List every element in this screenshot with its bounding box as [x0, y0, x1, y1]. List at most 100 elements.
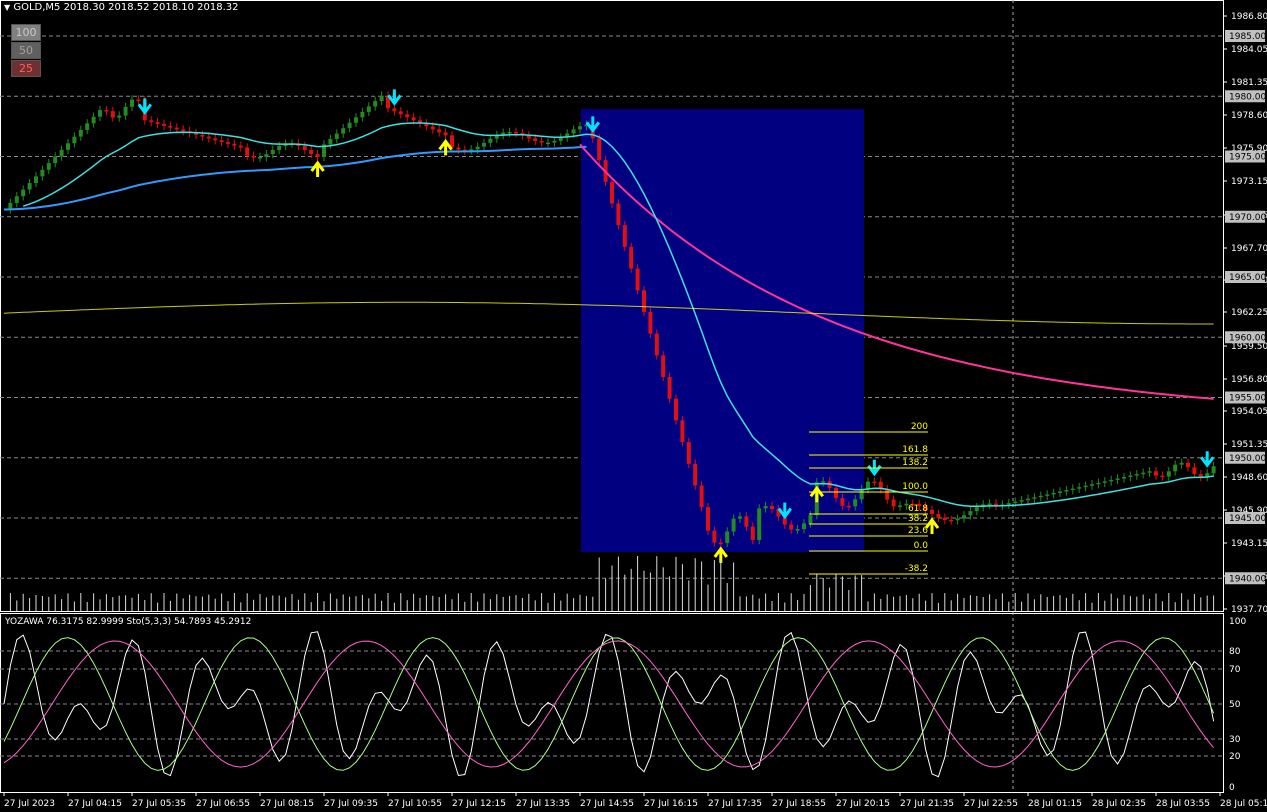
candle-body — [226, 142, 230, 144]
candle-body — [942, 517, 947, 520]
price-level-label: 1980.00 — [1229, 92, 1266, 102]
candle-body — [699, 485, 704, 508]
candle-body — [206, 136, 211, 139]
indicator-level-label: 0 — [1229, 783, 1235, 793]
candle-body — [1154, 471, 1158, 476]
candle-body — [949, 519, 954, 522]
price-level-label: 1955.00 — [1229, 394, 1266, 404]
price-tick-label: 1959.50 — [1231, 342, 1267, 352]
candle-body — [974, 507, 979, 512]
price-tick-label: 1948.60 — [1231, 473, 1267, 483]
candle-body — [360, 111, 365, 118]
candle-body — [85, 123, 90, 130]
time-tick-label: 28 Jul 01:15 — [1028, 799, 1082, 809]
candle-body — [539, 141, 544, 143]
candle-body — [46, 163, 51, 170]
candle-body — [1058, 491, 1062, 493]
candle-body — [1109, 479, 1114, 482]
candle-body — [488, 138, 493, 143]
time-tick-label: 28 Jul 05:15 — [1220, 799, 1267, 809]
candle-body — [1083, 485, 1088, 488]
candle-body — [693, 463, 698, 486]
candle-body — [635, 268, 640, 291]
candle-body — [1013, 501, 1018, 504]
candle-body — [661, 355, 666, 378]
candle-body — [117, 115, 122, 118]
time-tick-label: 27 Jul 05:35 — [132, 799, 186, 809]
time-tick-label: 27 Jul 20:15 — [836, 799, 890, 809]
price-tick-label: 1943.15 — [1231, 539, 1267, 549]
candle-body — [168, 125, 173, 128]
candle-body — [1115, 478, 1120, 480]
candle-body — [872, 481, 877, 484]
candle-body — [309, 149, 314, 155]
lot-button-50[interactable]: 50 — [11, 42, 41, 59]
chart-canvas[interactable]: 200161.8138.2100.061.838.223.60.0-38.219… — [0, 0, 1267, 812]
candle-body — [802, 523, 806, 530]
fib-level-label: 23.6 — [908, 526, 928, 536]
candle-body — [725, 531, 730, 543]
time-tick-label: 27 Jul 06:55 — [196, 799, 250, 809]
arrow-down-icon — [387, 89, 402, 106]
candle-body — [616, 203, 621, 226]
triangle-down-icon[interactable]: ▼ — [4, 3, 10, 12]
price-level-label: 1970.00 — [1229, 213, 1266, 223]
candle-body — [98, 110, 102, 117]
time-tick-label: 27 Jul 17:35 — [708, 799, 762, 809]
candle-body — [738, 516, 742, 519]
candle-body — [648, 311, 653, 334]
candle-body — [162, 123, 166, 126]
candle-body — [763, 505, 768, 509]
price-level-label: 1960.00 — [1229, 333, 1266, 343]
lot-button-100[interactable]: 100 — [11, 24, 41, 41]
candle-body — [558, 137, 563, 141]
candle-body — [1051, 492, 1056, 495]
candle-body — [571, 129, 576, 134]
candle-body — [110, 111, 115, 118]
candle-body — [66, 143, 70, 150]
candle-body — [795, 529, 800, 531]
candle-body — [597, 138, 602, 161]
indicator-pane-frame — [0, 613, 1224, 793]
arrow-down-icon — [137, 98, 152, 115]
indicator-level-label: 100 — [1229, 617, 1246, 627]
candle-body — [456, 147, 461, 150]
candle-body — [642, 290, 646, 312]
candle-body — [898, 505, 902, 507]
candle-body — [546, 142, 550, 145]
candle-body — [1211, 466, 1216, 474]
candle-body — [34, 176, 38, 184]
price-level-label: 1945.00 — [1229, 514, 1266, 524]
candle-body — [270, 149, 275, 155]
candle-body — [40, 169, 45, 177]
time-tick-label: 27 Jul 10:55 — [388, 799, 442, 809]
candle-body — [174, 127, 179, 130]
candle-body — [533, 138, 538, 142]
highlight-box — [581, 109, 864, 552]
candle-body — [78, 129, 83, 137]
price-tick-label: 1956.80 — [1231, 375, 1267, 385]
candle-body — [1090, 484, 1094, 486]
candle-body — [1102, 481, 1107, 483]
price-tick-label: 1973.15 — [1231, 177, 1267, 187]
price-tick-label: 1954.05 — [1231, 407, 1267, 417]
time-tick-label: 27 Jul 21:35 — [900, 799, 954, 809]
fib-level-label: 38.2 — [908, 514, 928, 524]
candle-body — [437, 129, 442, 133]
candle-body — [347, 122, 352, 129]
candle-body — [789, 524, 794, 530]
candle-body — [667, 377, 672, 399]
indicator-title: YOZAWA 76.3175 82.9999 Sto(5,3,3) 54.789… — [5, 617, 252, 627]
candle-body — [955, 518, 960, 521]
candle-body — [853, 499, 858, 507]
price-level-label: 1965.00 — [1229, 273, 1266, 283]
time-tick-label: 27 Jul 2023 — [4, 799, 55, 809]
candle-body — [264, 154, 269, 158]
symbol-header: ▼ GOLD,M5 2018.30 2018.52 2018.10 2018.3… — [4, 2, 239, 13]
candle-body — [405, 114, 410, 118]
candle-body — [1186, 462, 1190, 468]
candle-body — [987, 503, 992, 506]
candle-body — [514, 131, 518, 134]
candle-body — [552, 140, 557, 143]
lot-button-25[interactable]: 25 — [11, 60, 41, 77]
